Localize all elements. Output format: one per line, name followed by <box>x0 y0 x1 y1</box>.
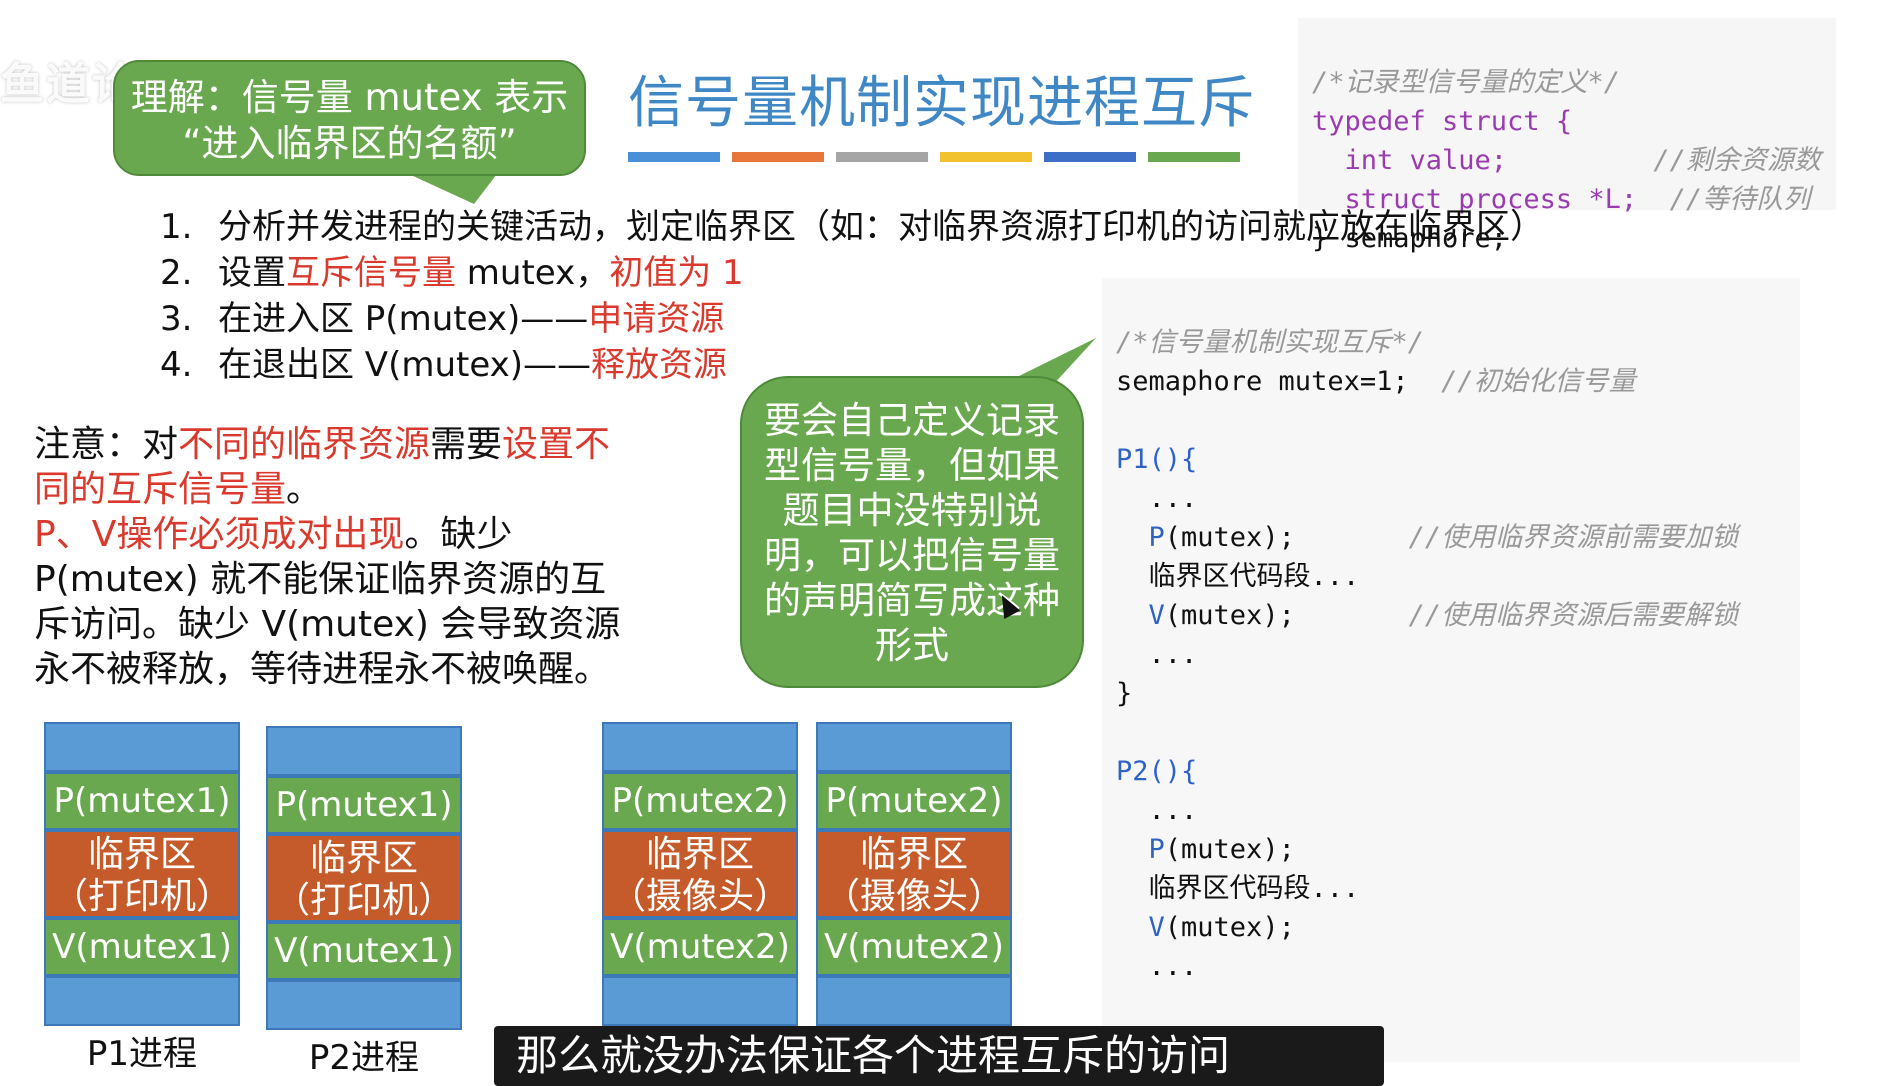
process-bottom-block <box>44 976 240 1026</box>
title-bar-darkblue <box>1044 152 1136 162</box>
understanding-bubble: 理解：信号量 mutex 表示 “进入临界区的名额” <box>113 60 586 176</box>
bubble-line-2: “进入临界区的名额” <box>182 122 517 165</box>
process-bottom-block <box>816 976 1012 1026</box>
video-subtitle: 那么就没办法保证各个进程互斥的访问 <box>494 1026 1384 1086</box>
process-bottom-block <box>602 976 798 1026</box>
title-bar-gray <box>836 152 928 162</box>
critical-section: 临界区 （打印机） <box>266 834 462 922</box>
semaphore-definition-code: /*记录型信号量的定义*/ typedef struct { int value… <box>1298 18 1836 254</box>
process-top-block <box>44 722 240 772</box>
title-bar-green <box>1148 152 1240 162</box>
slide-title: 信号量机制实现进程互斥 <box>628 71 1255 136</box>
bubble-line-1: 理解：信号量 mutex 表示 <box>130 76 569 119</box>
process-label: P1进程 <box>86 1034 198 1074</box>
title-bar-orange <box>732 152 824 162</box>
process-p1: P(mutex1) 临界区 （打印机） V(mutex1) P1进程 <box>44 722 240 1075</box>
critical-section: 临界区 （摄像头） <box>602 830 798 918</box>
critical-section: 临界区 （打印机） <box>44 830 240 918</box>
v-operation: V(mutex2) <box>816 918 1012 976</box>
process-p4: P(mutex2) 临界区 （摄像头） V(mutex2) <box>816 722 1012 1026</box>
p-operation: P(mutex1) <box>44 772 240 830</box>
p-operation: P(mutex2) <box>602 772 798 830</box>
code-line: int value; //剩余资源数 <box>1312 145 1821 176</box>
step-1: 1. 分析并发进程的关键活动，划定临界区（如：对临界资源打印机的访问就应放在临界区… <box>160 207 1544 247</box>
process-top-block <box>816 722 1012 772</box>
p-operation: P(mutex2) <box>816 772 1012 830</box>
p-operation: P(mutex1) <box>266 776 462 834</box>
process-bottom-block <box>266 980 462 1030</box>
process-label: P2进程 <box>308 1038 420 1078</box>
note-paragraph: 注意：对不同的临界资源需要设置不同的互斥信号量。 P、V操作必须成对出现。缺少 … <box>34 424 621 690</box>
title-bar-blue <box>628 152 720 162</box>
hint-bubble: 要会自己定义记录型信号量，但如果题目中没特别说明，可以把信号量的声明简写成这种形… <box>740 376 1084 688</box>
title-bar-yellow <box>940 152 1032 162</box>
v-operation: V(mutex1) <box>266 922 462 980</box>
process-top-block <box>602 722 798 772</box>
v-operation: V(mutex2) <box>602 918 798 976</box>
v-operation: V(mutex1) <box>44 918 240 976</box>
code-comment: /*记录型信号量的定义*/ <box>1312 67 1621 98</box>
critical-section: 临界区 （摄像头） <box>816 830 1012 918</box>
process-p3: P(mutex2) 临界区 （摄像头） V(mutex2) <box>602 722 798 1026</box>
process-top-block <box>266 726 462 776</box>
code-line: typedef struct { <box>1312 106 1573 137</box>
process-p2: P(mutex1) 临界区 （打印机） V(mutex1) P2进程 <box>266 726 462 1079</box>
mutex-code-block: /*信号量机制实现互斥*/ semaphore mutex=1; //初始化信号… <box>1102 278 1800 1062</box>
